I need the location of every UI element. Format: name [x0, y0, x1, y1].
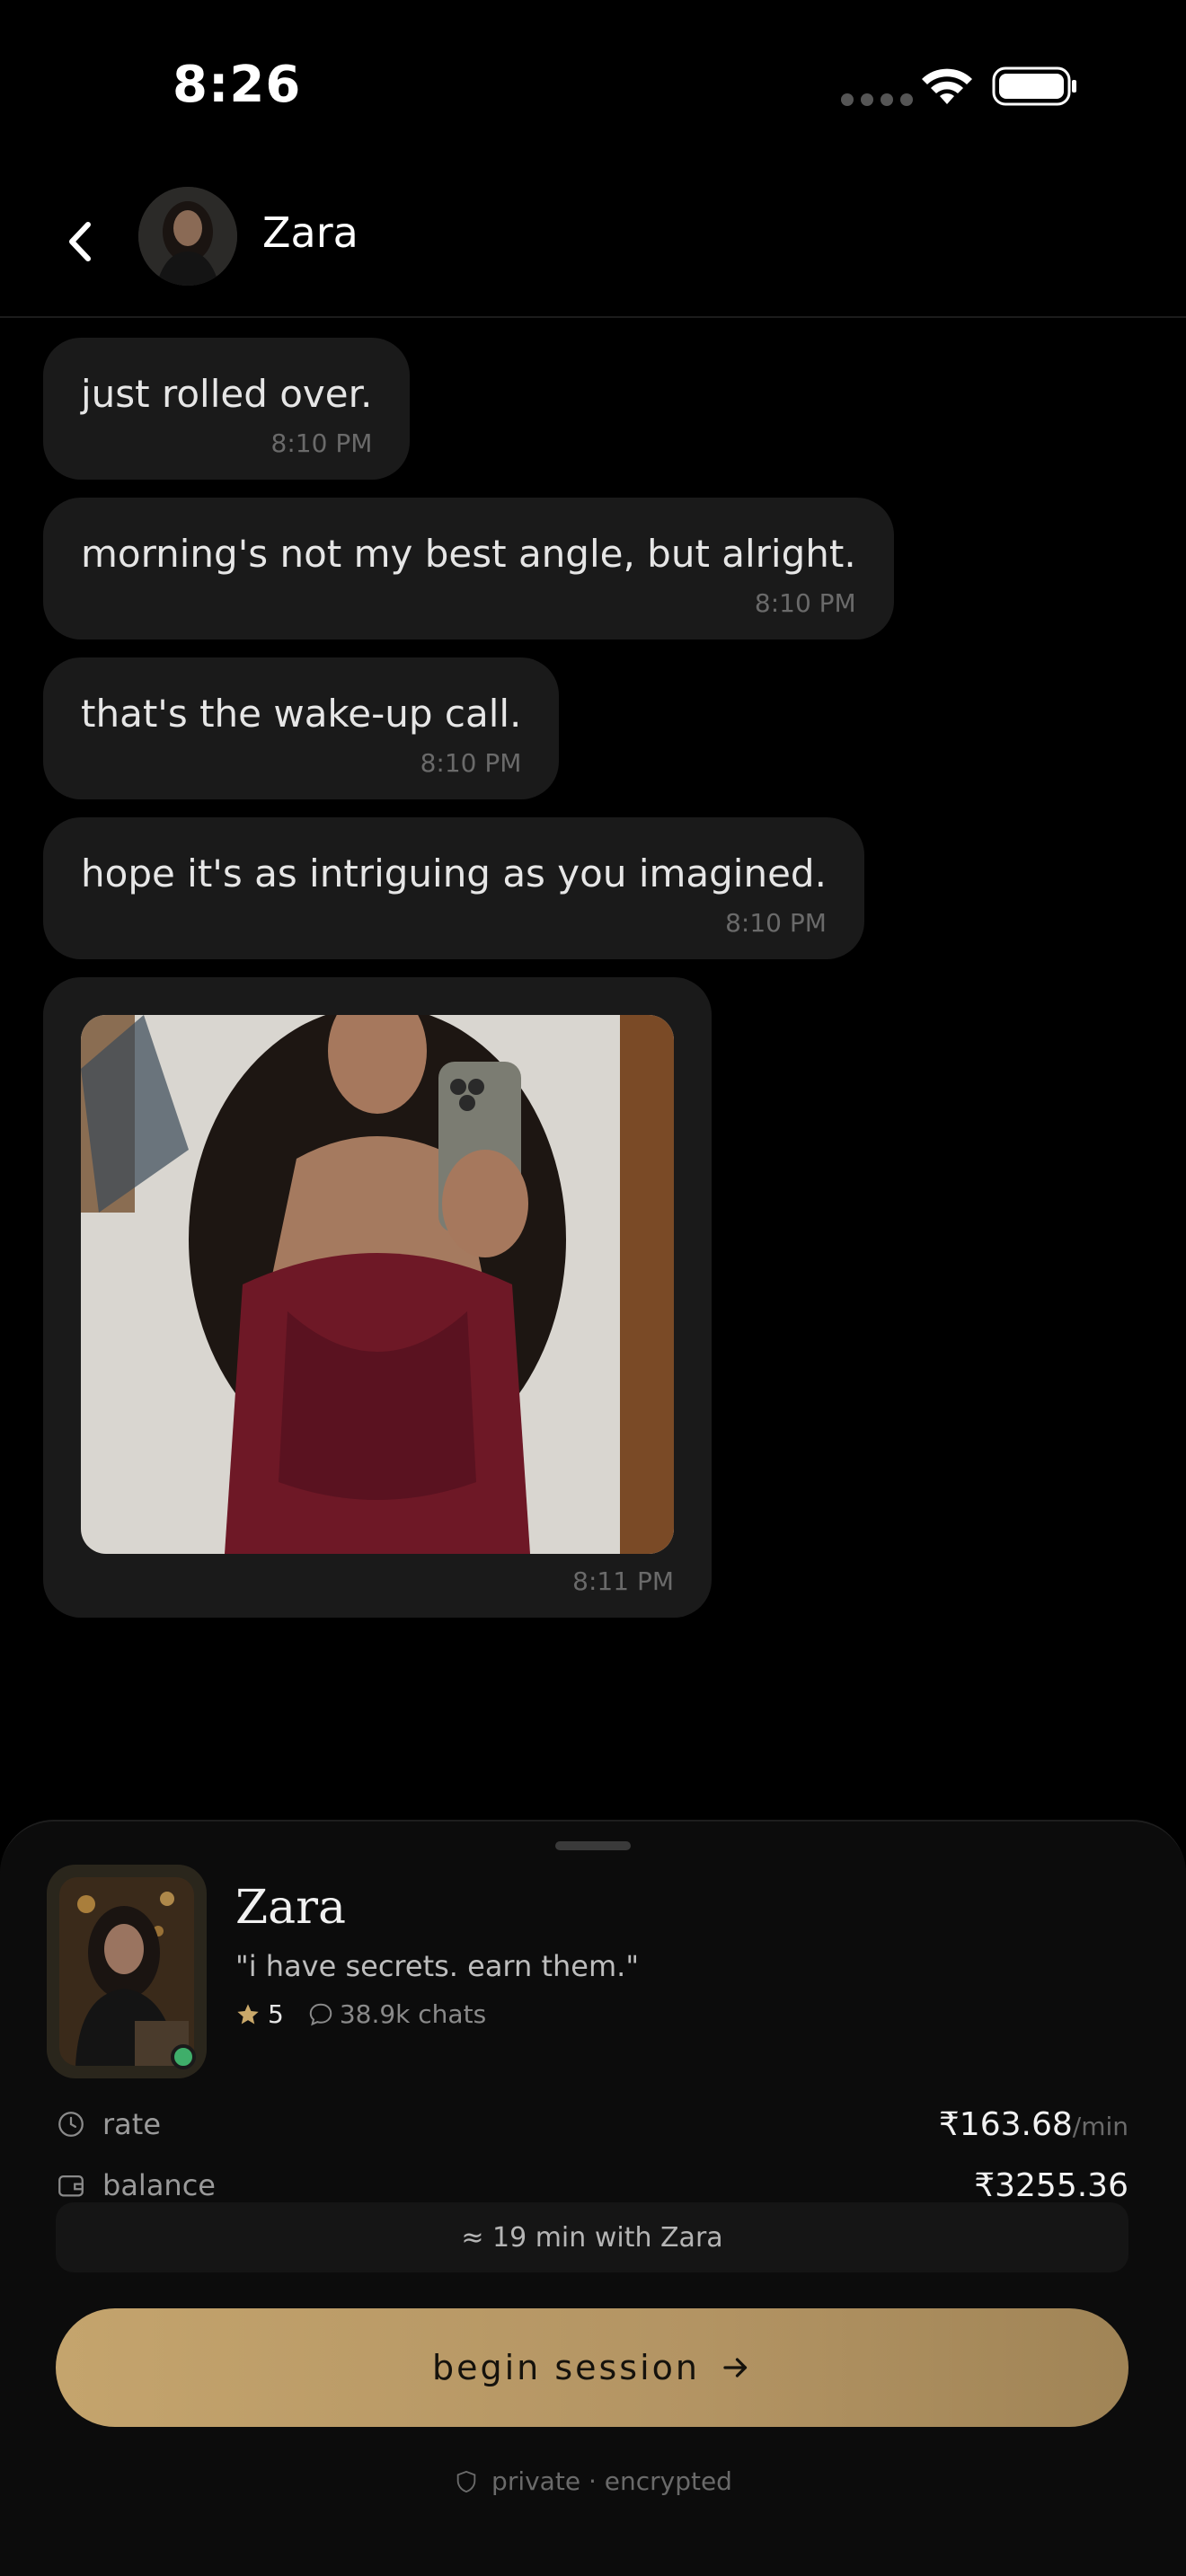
photo-image[interactable]: [81, 1015, 674, 1554]
status-time: 8:26: [173, 56, 302, 114]
star-icon: [237, 2003, 259, 2024]
rating-value: 5: [268, 1999, 284, 2029]
back-button[interactable]: [56, 210, 106, 273]
rate-label: rate: [102, 2107, 161, 2141]
chat-bubble-icon: [309, 2003, 332, 2025]
message-time: 8:10 PM: [725, 908, 827, 938]
message-text: that's the wake-up call.: [81, 692, 522, 736]
chat-screen: 8:26 Zara just rolled over. 8:10 PM morn…: [0, 0, 1186, 2576]
begin-session-button[interactable]: begin session: [56, 2308, 1128, 2427]
balance-value: ₹3255.36: [974, 2166, 1128, 2204]
drag-handle[interactable]: [555, 1841, 631, 1850]
rate-value: ₹163.68: [938, 2105, 1073, 2143]
message-time: 8:11 PM: [572, 1566, 674, 1596]
rate-row: rate ₹163.68/min: [56, 2102, 1128, 2147]
online-indicator: [171, 2044, 196, 2069]
message-list: just rolled over. 8:10 PM morning's not …: [43, 338, 1143, 1636]
message-bubble: that's the wake-up call. 8:10 PM: [43, 657, 560, 799]
wifi-icon: [922, 68, 972, 104]
message-time: 8:10 PM: [270, 428, 373, 458]
contact-name: Zara: [262, 208, 358, 257]
session-sheet: Zara "i have secrets. earn them." 5 38.9…: [0, 1820, 1186, 2576]
profile-tagline: "i have secrets. earn them.": [235, 1949, 640, 1983]
status-bar: 8:26: [0, 0, 1186, 171]
rate-unit: /min: [1072, 2111, 1128, 2141]
privacy-note: private · encrypted: [0, 2466, 1186, 2496]
image-message-bubble: 8:11 PM: [43, 977, 712, 1618]
begin-session-label: begin session: [431, 2348, 700, 2387]
arrow-right-icon: [723, 2358, 748, 2378]
message-text: just rolled over.: [81, 372, 373, 416]
signal-icon: [841, 93, 913, 106]
avatar[interactable]: [138, 187, 237, 286]
message-bubble: morning's not my best angle, but alright…: [43, 498, 894, 640]
profile-name: Zara: [235, 1881, 346, 1935]
profile-avatar[interactable]: [59, 1877, 194, 2066]
message-text: hope it's as intriguing as you imagined.: [81, 851, 827, 895]
message-time: 8:10 PM: [754, 588, 856, 618]
balance-row: balance ₹3255.36: [56, 2163, 1128, 2208]
time-estimate: ≈ 19 min with Zara: [56, 2202, 1128, 2272]
message-bubble: just rolled over. 8:10 PM: [43, 338, 411, 480]
message-time: 8:10 PM: [420, 748, 522, 778]
profile-avatar-frame: [47, 1865, 207, 2078]
message-bubble: hope it's as intriguing as you imagined.…: [43, 817, 864, 959]
message-text: morning's not my best angle, but alright…: [81, 532, 856, 576]
chat-header: Zara: [0, 171, 1186, 318]
chat-count: 38.9k chats: [339, 1999, 487, 2029]
balance-label: balance: [102, 2168, 216, 2202]
clock-icon: [58, 2112, 84, 2137]
privacy-text: private · encrypted: [491, 2466, 732, 2496]
wallet-icon: [58, 2175, 84, 2197]
profile-stats: 5 38.9k chats: [235, 1999, 486, 2029]
shield-icon: [456, 2470, 476, 2492]
battery-icon: [992, 66, 1076, 106]
